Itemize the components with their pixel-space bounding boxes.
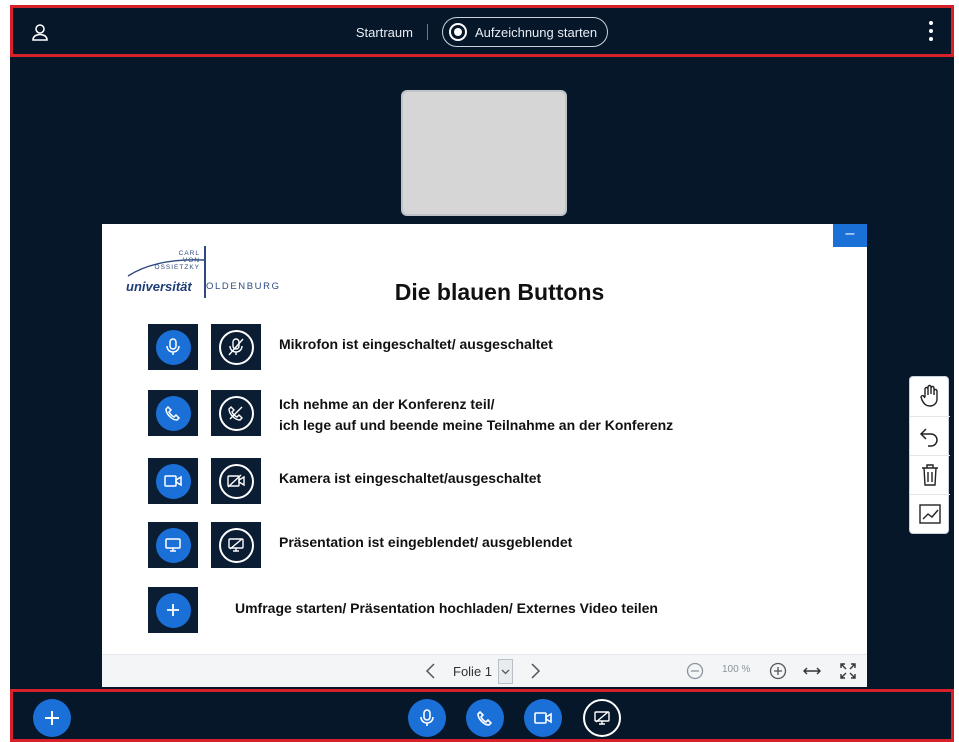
tile-actions (148, 587, 198, 633)
microphone-icon (420, 709, 434, 726)
fullscreen-button[interactable] (839, 662, 857, 680)
camera-on-circle (155, 463, 191, 499)
phone-off-circle (218, 395, 254, 431)
room-name: Startraum (355, 24, 413, 40)
webcam-video-tile[interactable] (401, 90, 567, 216)
more-options-button[interactable] (927, 21, 935, 41)
logo-line: CARL (178, 250, 200, 257)
row-text: Mikrofon ist eingeschaltet/ ausgeschalte… (279, 336, 553, 352)
zoom-out-icon (686, 662, 704, 680)
presentation-off-icon (228, 538, 244, 552)
mute-microphone-button[interactable] (408, 699, 446, 737)
row-text: ich lege auf und beende meine Teilnahme … (279, 417, 674, 433)
top-navbar: Startraum Aufzeichnung starten (10, 5, 954, 57)
presentation-off-circle (218, 527, 254, 563)
tile-phone-off (211, 390, 261, 436)
fullscreen-icon (840, 663, 856, 679)
tile-presentation-on (148, 522, 198, 568)
chevron-right-icon (531, 663, 541, 679)
slide-selector-label: Folie 1 (453, 664, 493, 679)
tile-mic-on (148, 324, 198, 370)
previous-slide-button[interactable] (422, 661, 440, 681)
more-vertical-icon (929, 21, 933, 25)
header-divider (426, 24, 428, 40)
presentation-on-circle (155, 527, 191, 563)
mic-off-circle (218, 329, 254, 365)
next-slide-button[interactable] (526, 661, 544, 681)
chevron-down-icon (498, 659, 514, 684)
phone-on-circle (155, 395, 191, 431)
line-chart-icon (919, 503, 941, 524)
zoom-out-button[interactable] (686, 662, 704, 680)
record-icon (448, 23, 467, 41)
tile-presentation-off (211, 522, 261, 568)
bottom-action-bar (10, 689, 954, 742)
zoom-level: 100 % (722, 664, 751, 675)
tile-camera-off (211, 458, 261, 504)
more-dot (929, 29, 933, 33)
logo-line: OSSIETZKY (154, 264, 200, 271)
presentation-off-icon (594, 711, 610, 725)
fit-to-width-button[interactable] (802, 663, 822, 679)
presentation-toolbar: Folie 1 100 % (102, 654, 867, 687)
zoom-in-icon (769, 662, 787, 680)
fit-width-icon (803, 667, 821, 675)
room-header: Startraum Aufzeichnung starten (13, 16, 951, 48)
whiteboard-toolbar (909, 376, 950, 534)
row-text: Kamera ist eingeschaltet/ausgeschaltet (279, 470, 542, 486)
phone-icon (477, 710, 493, 726)
hand-icon (920, 384, 938, 407)
annotation-tool-button[interactable] (910, 494, 950, 532)
presentation-area: – CARL VON OSSIETZKY universität OLDENBU… (102, 224, 867, 687)
phone-hangup-icon (228, 406, 243, 421)
undo-button[interactable] (910, 416, 950, 454)
minimize-presentation-button[interactable]: – (833, 224, 867, 247)
row-text: Umfrage starten/ Präsentation hochladen/… (235, 600, 658, 616)
start-recording-button[interactable]: Aufzeichnung starten (441, 17, 609, 47)
row-text: Ich nehme an der Konferenz teil/ (279, 396, 495, 412)
camera-icon (534, 712, 552, 724)
microphone-muted-icon (228, 338, 244, 356)
camera-off-icon (227, 474, 245, 488)
toggle-presentation-button[interactable] (583, 699, 621, 737)
record-label: Aufzeichnung starten (474, 24, 598, 40)
tile-mic-off (211, 324, 261, 370)
actions-menu-button[interactable] (33, 699, 71, 737)
undo-icon (919, 427, 938, 447)
phone-icon (165, 405, 181, 421)
chevron-left-icon (425, 663, 435, 679)
actions-circle (155, 592, 191, 628)
slide-selector[interactable]: Folie 1 (447, 659, 514, 684)
trash-icon (922, 463, 938, 486)
leave-audio-button[interactable] (466, 699, 504, 737)
presentation-icon (165, 538, 181, 552)
tile-phone-on (148, 390, 198, 436)
zoom-in-button[interactable] (769, 662, 787, 680)
plus-icon (167, 604, 179, 616)
slide-title: Die blauen Buttons (394, 279, 605, 305)
more-dot (929, 37, 933, 41)
share-webcam-button[interactable] (524, 699, 562, 737)
row-text: Präsentation ist eingeblendet/ ausgeblen… (279, 534, 573, 550)
plus-icon (45, 711, 59, 725)
hand-tool-button[interactable] (910, 377, 950, 415)
microphone-icon (166, 338, 180, 355)
logo-line: VON (182, 257, 200, 264)
tile-camera-on (148, 458, 198, 504)
camera-icon (164, 475, 182, 487)
clear-annotations-button[interactable] (910, 455, 950, 493)
camera-off-circle (218, 463, 254, 499)
mic-on-circle (155, 329, 191, 365)
